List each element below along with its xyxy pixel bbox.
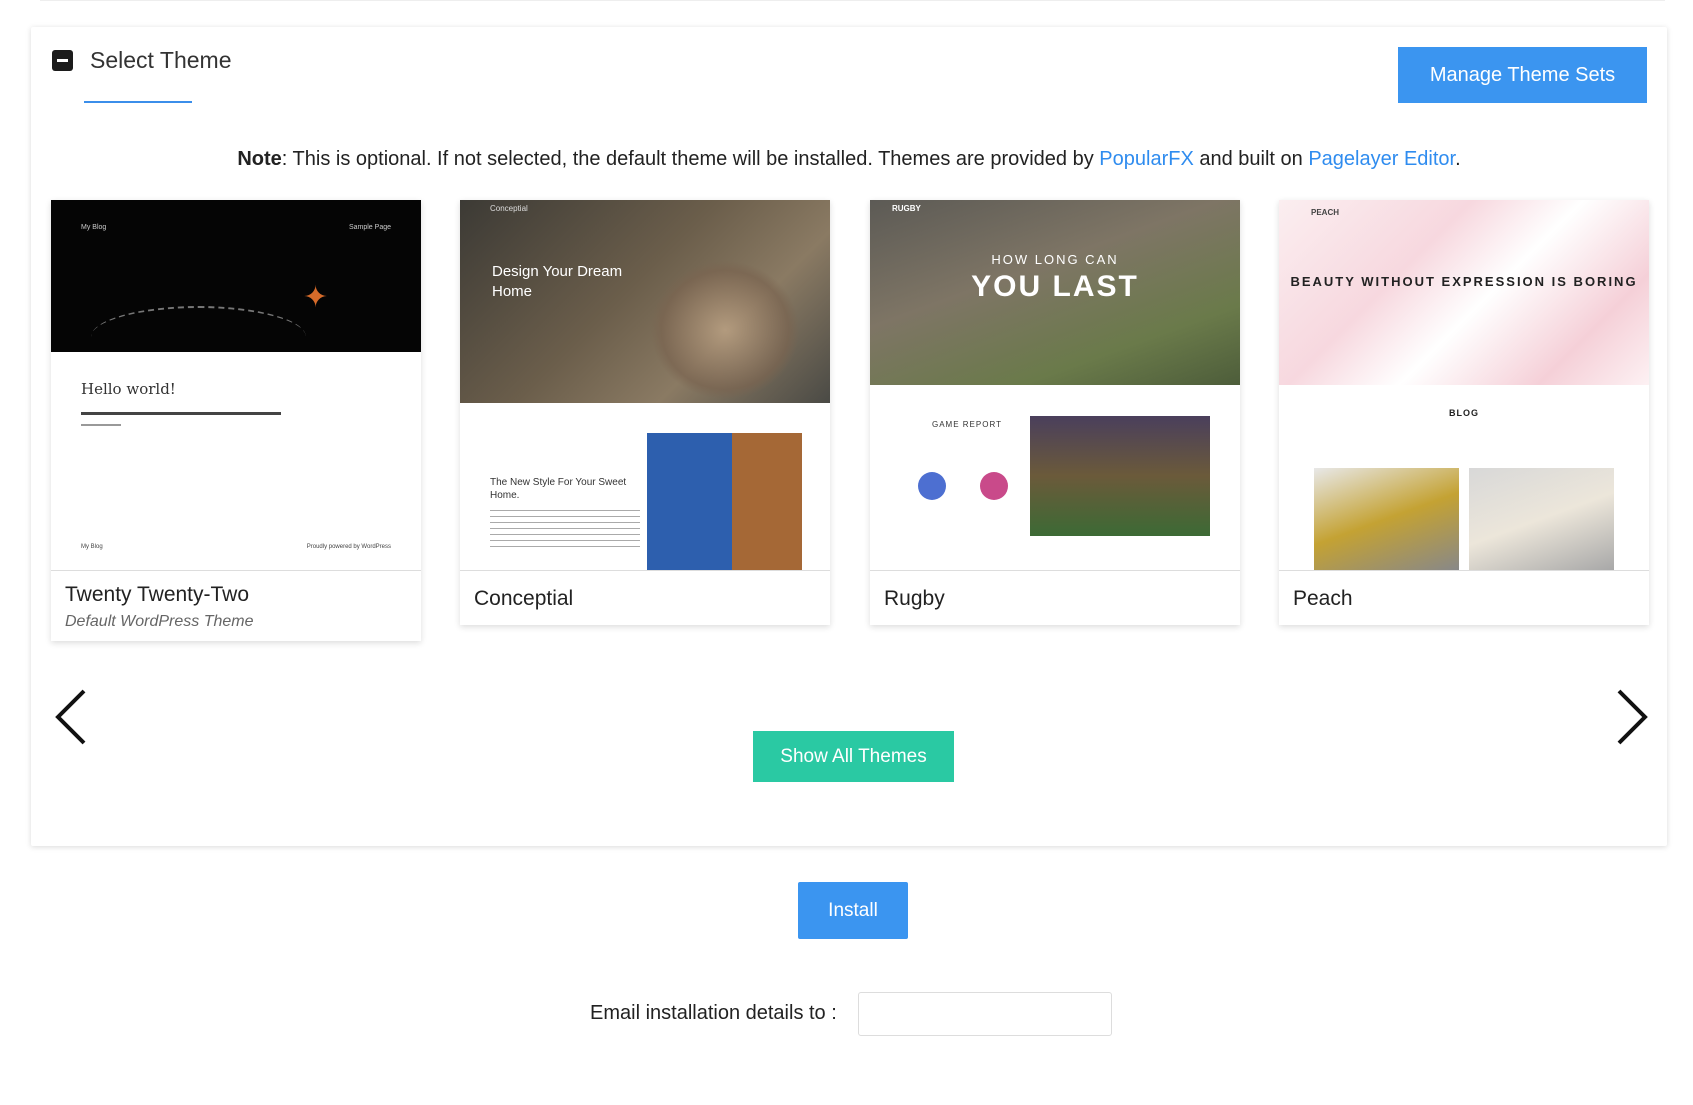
theme-carousel: My Blog Sample Page ✦ Hello world! My Bl… bbox=[51, 200, 1649, 641]
theme-name: Conceptial bbox=[474, 587, 574, 610]
theme-name: Twenty Twenty-Two bbox=[65, 583, 250, 606]
theme-thumbnail[interactable]: Conceptial Design Your Dream Home The Ne… bbox=[460, 200, 830, 571]
preview-footer-right: Proudly powered by WordPress bbox=[306, 544, 391, 550]
note-text: Note: This is optional. If not selected,… bbox=[31, 148, 1667, 171]
thumbnail-room-image bbox=[647, 433, 802, 570]
theme-card-peach[interactable]: PEACH BEAUTY WITHOUT EXPRESSION IS BORIN… bbox=[1279, 200, 1649, 625]
email-label: Email installation details to : bbox=[590, 1002, 837, 1024]
preview-line-1: HOW LONG CAN bbox=[991, 252, 1119, 267]
theme-thumbnail[interactable]: My Blog Sample Page ✦ Hello world! My Bl… bbox=[51, 200, 421, 571]
top-divider bbox=[40, 0, 1665, 1]
preview-line-2: YOU LAST bbox=[971, 270, 1139, 303]
theme-subtitle: Default WordPress Theme bbox=[65, 613, 254, 630]
theme-info: Twenty Twenty-Two Default WordPress Them… bbox=[51, 571, 421, 641]
team-badge-icon bbox=[918, 472, 946, 500]
preview-heading: Hello world! bbox=[81, 380, 176, 398]
panel-title: Select Theme bbox=[90, 47, 232, 73]
theme-card-conceptial[interactable]: Conceptial Design Your Dream Home The Ne… bbox=[460, 200, 830, 625]
theme-info: Peach bbox=[1279, 571, 1649, 625]
thumbnail-hero-image bbox=[460, 200, 830, 403]
note-label: Note bbox=[237, 148, 282, 170]
thumbnail-game-image bbox=[1030, 416, 1210, 536]
flight-path-decoration bbox=[91, 306, 306, 368]
preview-date-line bbox=[81, 424, 121, 426]
team-badge-icon bbox=[980, 472, 1008, 500]
theme-thumbnail[interactable]: PEACH BEAUTY WITHOUT EXPRESSION IS BORIN… bbox=[1279, 200, 1649, 571]
preview-blog-name: My Blog bbox=[81, 224, 107, 231]
preview-section: BLOG bbox=[1449, 408, 1479, 418]
preview-sample-page: Sample Page bbox=[348, 224, 391, 231]
preview-brand: RUGBY bbox=[892, 204, 921, 213]
title-underline bbox=[84, 101, 192, 103]
bird-icon: ✦ bbox=[303, 281, 329, 314]
theme-info: Rugby bbox=[870, 571, 1240, 625]
preview-section: GAME REPORT bbox=[932, 420, 1002, 429]
note-text-1: : This is optional. If not selected, the… bbox=[281, 148, 1100, 170]
preview-brand: PEACH bbox=[1311, 208, 1340, 217]
theme-info: Conceptial bbox=[460, 571, 830, 625]
thumbnail-perfume-image bbox=[1469, 468, 1614, 570]
manage-theme-sets-button[interactable]: Manage Theme Sets bbox=[1398, 47, 1647, 103]
chevron-right-icon[interactable] bbox=[1611, 687, 1651, 747]
theme-card-rugby[interactable]: RUGBY HOW LONG CAN YOU LAST GAME REPORT … bbox=[870, 200, 1240, 625]
preview-heading: BEAUTY WITHOUT EXPRESSION IS BORING bbox=[1290, 274, 1638, 289]
preview-footer-left: My Blog bbox=[81, 544, 103, 550]
chevron-left-icon[interactable] bbox=[52, 687, 92, 747]
preview-text-block bbox=[490, 510, 640, 550]
thumbnail-perfume-image bbox=[1314, 468, 1459, 570]
collapse-icon[interactable] bbox=[52, 50, 73, 71]
theme-card-twenty-twenty-two[interactable]: My Blog Sample Page ✦ Hello world! My Bl… bbox=[51, 200, 421, 641]
panel-header: Select Theme bbox=[52, 47, 231, 74]
preview-brand: Conceptial bbox=[490, 204, 528, 213]
note-text-3: . bbox=[1455, 148, 1461, 170]
install-button[interactable]: Install bbox=[798, 882, 908, 939]
theme-thumbnail[interactable]: RUGBY HOW LONG CAN YOU LAST GAME REPORT bbox=[870, 200, 1240, 571]
select-theme-panel: Select Theme Manage Theme Sets Note: Thi… bbox=[31, 27, 1667, 846]
theme-name: Rugby bbox=[884, 587, 945, 610]
preview-heading: Design Your Dream Home bbox=[492, 263, 623, 300]
theme-name: Peach bbox=[1293, 587, 1353, 610]
pagelayer-editor-link[interactable]: Pagelayer Editor bbox=[1308, 148, 1455, 170]
note-text-2: and built on bbox=[1193, 148, 1309, 170]
show-all-themes-button[interactable]: Show All Themes bbox=[753, 731, 954, 782]
email-input[interactable] bbox=[858, 992, 1112, 1036]
preview-text-line bbox=[81, 412, 281, 415]
popularfx-link[interactable]: PopularFX bbox=[1099, 148, 1194, 170]
preview-subheading: The New Style For Your Sweet Home. bbox=[490, 477, 627, 501]
